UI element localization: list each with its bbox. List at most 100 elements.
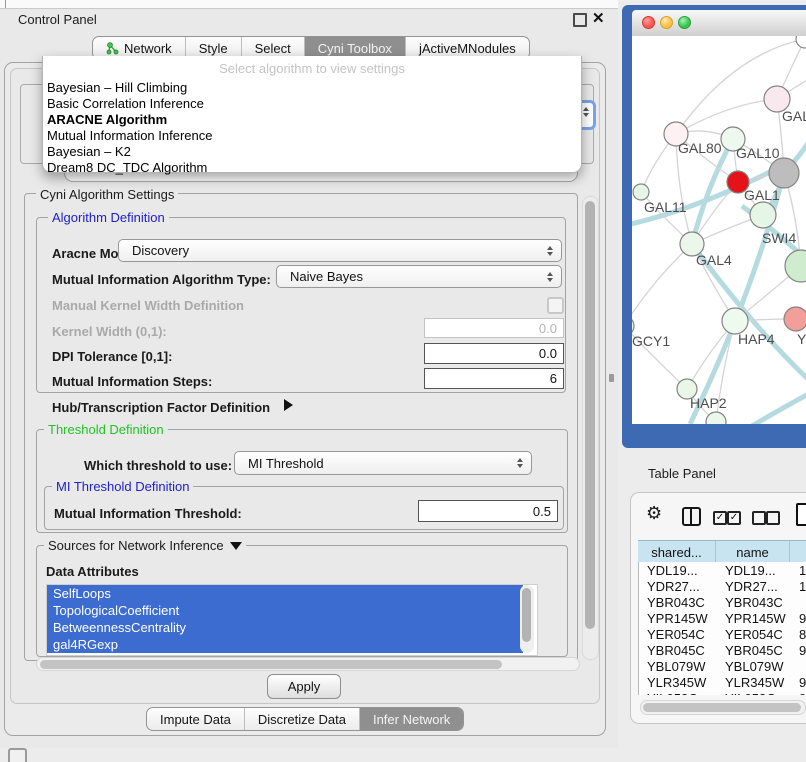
node-label: HAP4	[738, 331, 775, 347]
cell-shared-name: YDR27...	[639, 579, 717, 594]
spinner-arrows-icon	[517, 458, 523, 468]
new-table-icon[interactable]	[796, 503, 806, 526]
apply-button[interactable]: Apply	[267, 674, 341, 699]
manual-kernel-checkbox[interactable]	[547, 297, 564, 314]
dropdown-item-selected[interactable]: ARACNE Algorithm	[47, 112, 167, 127]
application-window: Control Panel galFiltered.sif default no…	[0, 0, 806, 762]
network-node[interactable]	[784, 307, 806, 331]
minimize-traffic-light-icon[interactable]	[660, 16, 673, 29]
cell-shared-name: YER054C	[639, 627, 717, 642]
column-header-name[interactable]: name	[716, 541, 790, 563]
cyni-algorithm-settings-title: Cyni Algorithm Settings	[36, 187, 178, 202]
settings-horizontal-scrollbar[interactable]	[36, 657, 580, 671]
deselect-all-checkbox-icon[interactable]	[752, 511, 766, 525]
network-node[interactable]	[796, 36, 806, 48]
dock-mini-button[interactable]	[8, 748, 27, 762]
network-window-titlebar[interactable]	[632, 10, 806, 37]
cell-shared-name: YLR345W	[639, 675, 717, 690]
column-header-partial[interactable]: A	[790, 541, 806, 563]
tab-infer-network[interactable]: Infer Network	[359, 708, 463, 730]
algorithm-dropdown: Select algorithm to view settings Bayesi…	[42, 56, 582, 173]
network-edge[interactable]	[632, 244, 692, 326]
table-row[interactable]: YDL19...YDL19...13	[639, 562, 806, 578]
table-row[interactable]: YBL079WYBL079W	[639, 658, 806, 674]
spinner-arrows-icon	[547, 246, 553, 256]
cell-value: 13	[791, 563, 806, 578]
cell-shared-name: YDL19...	[639, 563, 717, 578]
node-label: GCY1	[632, 333, 670, 349]
network-node[interactable]	[633, 184, 649, 200]
manual-kernel-label: Manual Kernel Width Definition	[52, 298, 244, 313]
network-edge[interactable]	[752, 391, 806, 424]
data-attributes-list[interactable]: SelfLoops TopologicalCoefficient Between…	[46, 584, 538, 656]
settings-horizontal-scrollbar-thumb[interactable]	[40, 660, 502, 669]
close-traffic-light-icon[interactable]	[642, 16, 655, 29]
tab-discretize-data[interactable]: Discretize Data	[244, 708, 359, 730]
column-header-shared-name[interactable]: shared...	[638, 541, 716, 563]
cell-shared-name: YIL053C	[639, 691, 717, 696]
network-node[interactable]	[706, 412, 726, 424]
list-item[interactable]: TopologicalCoefficient	[47, 602, 523, 619]
settings-vertical-scrollbar-thumb[interactable]	[585, 201, 595, 629]
mi-steps-label: Mutual Information Steps:	[52, 374, 212, 389]
network-node[interactable]	[750, 202, 776, 228]
list-item[interactable]: gal4RGexp	[47, 636, 523, 653]
select-all-checkbox-icon[interactable]	[713, 511, 727, 525]
tab-jactivemnodules-label: jActiveMNodules	[419, 41, 516, 56]
network-graph[interactable]: GALGAL80GAL10GAL1GAL11GAL4SWI4HAP4YGCY1H…	[632, 36, 806, 424]
dropdown-item[interactable]: Dream8 DC_TDC Algorithm	[47, 160, 207, 175]
close-icon[interactable]	[592, 9, 605, 27]
dropdown-item[interactable]: Basic Correlation Inference	[47, 96, 204, 111]
table-row[interactable]: YER054CYER054C8.	[639, 626, 806, 642]
column-layout-icon[interactable]	[682, 507, 701, 526]
zoom-traffic-light-icon[interactable]	[678, 16, 691, 29]
table-row[interactable]: YDR27...YDR27...12	[639, 578, 806, 594]
settings-vertical-scrollbar[interactable]	[582, 196, 599, 660]
dropdown-item[interactable]: Mutual Information Inference	[47, 128, 212, 143]
bottom-tabbar: Impute Data Discretize Data Infer Networ…	[146, 707, 464, 731]
deselect-all-checkbox-icon[interactable]	[766, 511, 780, 525]
spinner-arrows-icon	[547, 272, 553, 282]
mi-steps-field[interactable]: 6	[424, 368, 564, 389]
list-item[interactable]: BetweennessCentrality	[47, 619, 523, 636]
threshold-definition-title: Threshold Definition	[44, 422, 168, 437]
kernel-width-field[interactable]: 0.0	[424, 318, 564, 338]
sources-group-title: Sources for Network Inference	[44, 538, 246, 553]
collapse-arrow-icon[interactable]	[230, 542, 242, 550]
table-row[interactable]: YBR045CYBR045C9.	[639, 642, 806, 658]
network-node[interactable]	[769, 158, 799, 188]
cell-value: 9.	[791, 611, 806, 626]
dpi-tolerance-field[interactable]: 0.0	[424, 343, 564, 364]
table-row[interactable]: YPR145WYPR145W9.	[639, 610, 806, 626]
dropdown-item[interactable]: Bayesian – Hill Climbing	[47, 80, 187, 95]
table-row[interactable]: YLR345WYLR345W9.	[639, 674, 806, 690]
cell-name: YER054C	[717, 627, 791, 642]
list-vertical-scrollbar-thumb[interactable]	[522, 588, 531, 642]
which-threshold-label: Which threshold to use:	[84, 458, 232, 473]
gear-icon[interactable]	[646, 503, 662, 524]
aracne-mode-combobox[interactable]: Discovery	[118, 239, 562, 262]
tab-impute-data[interactable]: Impute Data	[147, 708, 244, 730]
cell-value: 9	[791, 691, 806, 696]
table-row[interactable]: YIL053CYIL053C9	[639, 690, 806, 695]
list-vertical-scrollbar[interactable]	[520, 585, 534, 653]
mi-type-combobox[interactable]: Naive Bayes	[276, 265, 562, 288]
table-row[interactable]: YBR043CYBR043C	[639, 594, 806, 610]
select-all-checkbox-icon[interactable]	[727, 511, 741, 525]
table-horizontal-scrollbar[interactable]	[640, 700, 806, 715]
network-canvas[interactable]: GALGAL80GAL10GAL1GAL11GAL4SWI4HAP4YGCY1H…	[632, 36, 806, 424]
cell-name: YLR345W	[717, 675, 791, 690]
float-window-icon[interactable]	[573, 13, 587, 27]
cell-shared-name: YBR045C	[639, 643, 717, 658]
tab-select-label: Select	[255, 41, 291, 56]
panel-splitter-handle[interactable]	[609, 374, 614, 382]
list-item[interactable]: SelfLoops	[47, 585, 523, 602]
mi-type-value: Naive Bayes	[290, 269, 363, 284]
which-threshold-combobox[interactable]: MI Threshold	[234, 451, 532, 475]
mi-threshold-field[interactable]: 0.5	[418, 500, 558, 522]
node-label: GAL	[782, 108, 806, 124]
table-horizontal-scrollbar-thumb[interactable]	[643, 703, 801, 712]
expand-arrow-icon[interactable]	[284, 399, 293, 411]
mi-threshold-group-title: MI Threshold Definition	[52, 479, 193, 494]
dropdown-item[interactable]: Bayesian – K2	[47, 144, 131, 159]
